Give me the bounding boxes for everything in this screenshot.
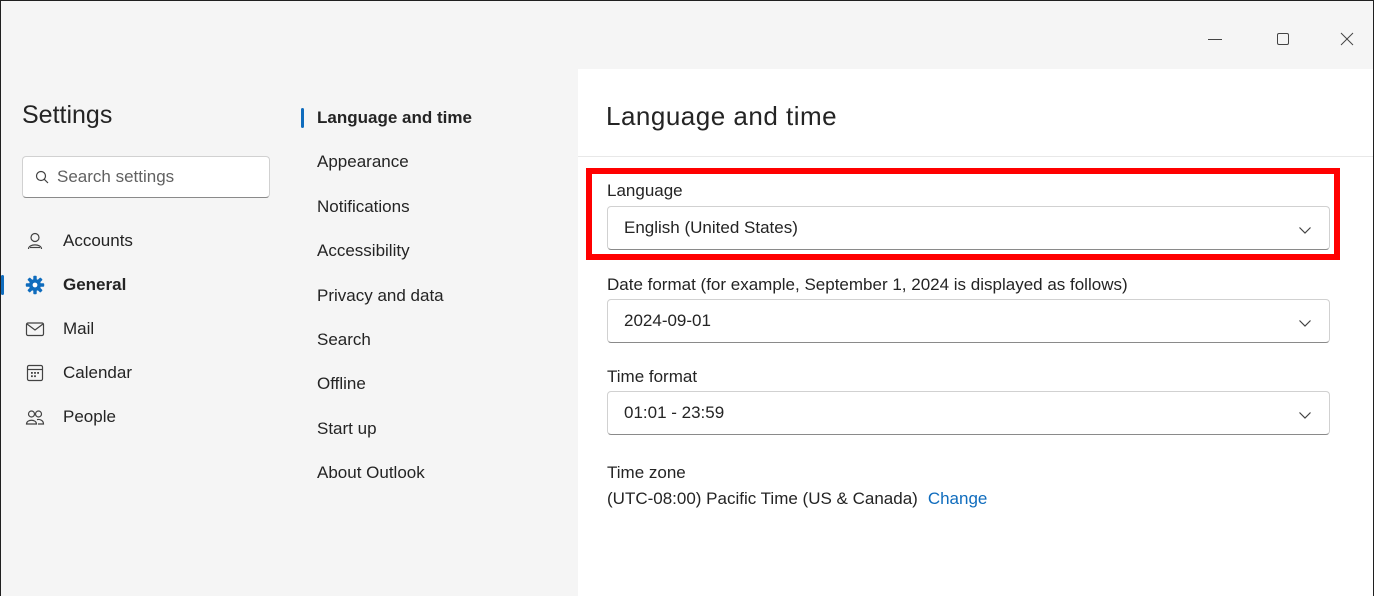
language-dropdown[interactable]: English (United States) — [607, 206, 1330, 250]
settings-content: Language and time Language English (Unit… — [578, 69, 1373, 596]
search-settings-box[interactable] — [22, 156, 270, 198]
subnav-item-label: About Outlook — [317, 463, 425, 482]
maximize-icon — [1277, 33, 1289, 45]
calendar-icon — [26, 364, 44, 382]
sidebar-item-general[interactable]: General — [1, 267, 299, 303]
minimize-icon — [1208, 39, 1222, 40]
subnav-item-language-and-time[interactable]: Language and time — [299, 100, 578, 136]
subnav-item-label: Start up — [317, 419, 377, 438]
time-zone-value: (UTC-08:00) Pacific Time (US & Canada) — [607, 489, 918, 508]
subnav-item-start-up[interactable]: Start up — [299, 411, 578, 447]
subnav-item-label: Accessibility — [317, 241, 410, 260]
sidebar-item-label: General — [63, 275, 127, 294]
time-format-dropdown[interactable]: 01:01 - 23:59 — [607, 391, 1330, 435]
subnav-item-label: Privacy and data — [317, 286, 444, 305]
subnav-item-offline[interactable]: Offline — [299, 366, 578, 402]
gear-icon — [25, 275, 45, 295]
active-indicator — [301, 108, 304, 128]
sidebar-item-label: Mail — [63, 319, 95, 338]
sidebar-item-accounts[interactable]: Accounts — [1, 223, 299, 259]
subnav-item-about-outlook[interactable]: About Outlook — [299, 455, 578, 491]
subnav-item-privacy-and-data[interactable]: Privacy and data — [299, 278, 578, 314]
subnav-item-notifications[interactable]: Notifications — [299, 189, 578, 225]
date-format-label: Date format (for example, September 1, 2… — [607, 275, 1128, 294]
subnav-item-label: Offline — [317, 374, 366, 393]
subnav-item-label: Search — [317, 330, 371, 349]
maximize-button[interactable] — [1263, 23, 1303, 55]
language-label: Language — [607, 181, 683, 200]
subnav-item-label: Language and time — [317, 108, 472, 127]
time-zone-label: Time zone — [607, 463, 686, 482]
date-format-dropdown[interactable]: 2024-09-01 — [607, 299, 1330, 343]
subnav-item-appearance[interactable]: Appearance — [299, 144, 578, 180]
close-button[interactable] — [1327, 23, 1367, 55]
title-bar — [1, 1, 1373, 69]
language-value: English (United States) — [624, 218, 798, 237]
sidebar-item-label: Calendar — [63, 363, 132, 382]
date-format-value: 2024-09-01 — [624, 311, 711, 330]
header-divider — [578, 156, 1373, 157]
chevron-down-icon — [1299, 227, 1311, 234]
settings-title: Settings — [22, 101, 113, 129]
settings-nav: Settings Accounts — [1, 69, 299, 596]
minimize-button[interactable] — [1195, 23, 1235, 55]
mail-icon — [25, 322, 45, 337]
outlook-settings-window: Settings Accounts — [0, 0, 1374, 596]
active-indicator — [1, 275, 4, 295]
sidebar-item-mail[interactable]: Mail — [1, 311, 299, 347]
sidebar-item-label: People — [63, 407, 116, 426]
person-icon — [27, 232, 43, 250]
general-subnav: Language and time Appearance Notificatio… — [299, 69, 578, 596]
page-title: Language and time — [606, 101, 838, 131]
chevron-down-icon — [1299, 320, 1311, 327]
search-input[interactable] — [57, 167, 247, 187]
chevron-down-icon — [1299, 412, 1311, 419]
search-icon — [35, 170, 49, 184]
subnav-item-label: Notifications — [317, 197, 410, 216]
time-format-label: Time format — [607, 367, 698, 386]
subnav-item-label: Appearance — [317, 152, 409, 171]
close-icon — [1340, 32, 1354, 46]
people-icon — [25, 410, 45, 425]
time-zone-row: (UTC-08:00) Pacific Time (US & Canada) Ch… — [607, 489, 987, 509]
sidebar-item-label: Accounts — [63, 231, 133, 250]
subnav-item-accessibility[interactable]: Accessibility — [299, 233, 578, 269]
subnav-item-search[interactable]: Search — [299, 322, 578, 358]
sidebar-item-calendar[interactable]: Calendar — [1, 355, 299, 391]
change-time-zone-link[interactable]: Change — [928, 489, 988, 508]
sidebar-item-people[interactable]: People — [1, 399, 299, 435]
time-format-value: 01:01 - 23:59 — [624, 403, 725, 422]
